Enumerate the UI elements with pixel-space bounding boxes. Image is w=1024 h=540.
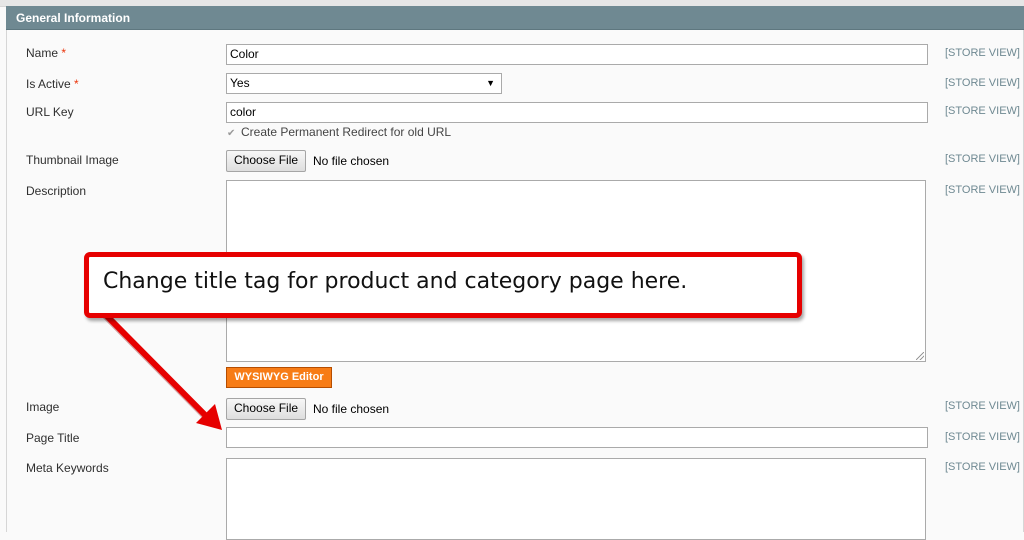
annotation-callout: Change title tag for product and categor… [84,252,802,318]
redirect-label: Create Permanent Redirect for old URL [241,125,452,139]
wysiwyg-editor-button[interactable]: WYSIWYG Editor [226,367,332,388]
name-scope: [STORE VIEW] [945,47,1020,59]
checkmark-icon[interactable]: ✔ [227,128,237,139]
required-marker: * [61,46,67,60]
thumbnail-choose-file-button[interactable]: Choose File [226,150,307,172]
dropdown-arrow-icon: ▼ [486,78,495,88]
fieldset-header: General Information [6,6,1024,30]
redirect-checkbox-row[interactable]: ✔ Create Permanent Redirect for old URL [227,125,451,139]
meta-keywords-textarea[interactable] [226,458,926,540]
url-key-scope: [STORE VIEW] [945,105,1020,117]
image-choose-file-button[interactable]: Choose File [226,398,307,420]
image-scope: [STORE VIEW] [945,400,1020,412]
description-label: Description [26,184,87,198]
description-scope: [STORE VIEW] [945,184,1020,196]
thumbnail-scope: [STORE VIEW] [945,153,1020,165]
is-active-value: Yes [230,76,250,90]
thumbnail-label: Thumbnail Image [26,153,119,167]
url-key-label: URL Key [26,105,74,119]
image-file-status: No file chosen [313,402,390,416]
page-title-label: Page Title [26,431,80,445]
is-active-scope: [STORE VIEW] [945,77,1020,89]
name-input[interactable]: Color [226,44,928,65]
meta-keywords-label: Meta Keywords [26,461,109,475]
is-active-label: Is Active * [26,77,79,91]
annotation-text: Change title tag for product and categor… [103,269,688,294]
name-label: Name * [26,46,67,60]
url-key-input[interactable]: color [226,102,928,123]
page-title-scope: [STORE VIEW] [945,431,1020,443]
thumbnail-file-status: No file chosen [313,154,390,168]
image-label: Image [26,400,60,414]
fieldset-title: General Information [16,11,131,25]
page-title-input[interactable] [226,427,928,448]
required-marker: * [74,77,79,91]
resize-grip-icon[interactable] [916,352,924,360]
meta-keywords-scope: [STORE VIEW] [945,461,1020,473]
is-active-select[interactable]: Yes ▼ [226,73,502,94]
